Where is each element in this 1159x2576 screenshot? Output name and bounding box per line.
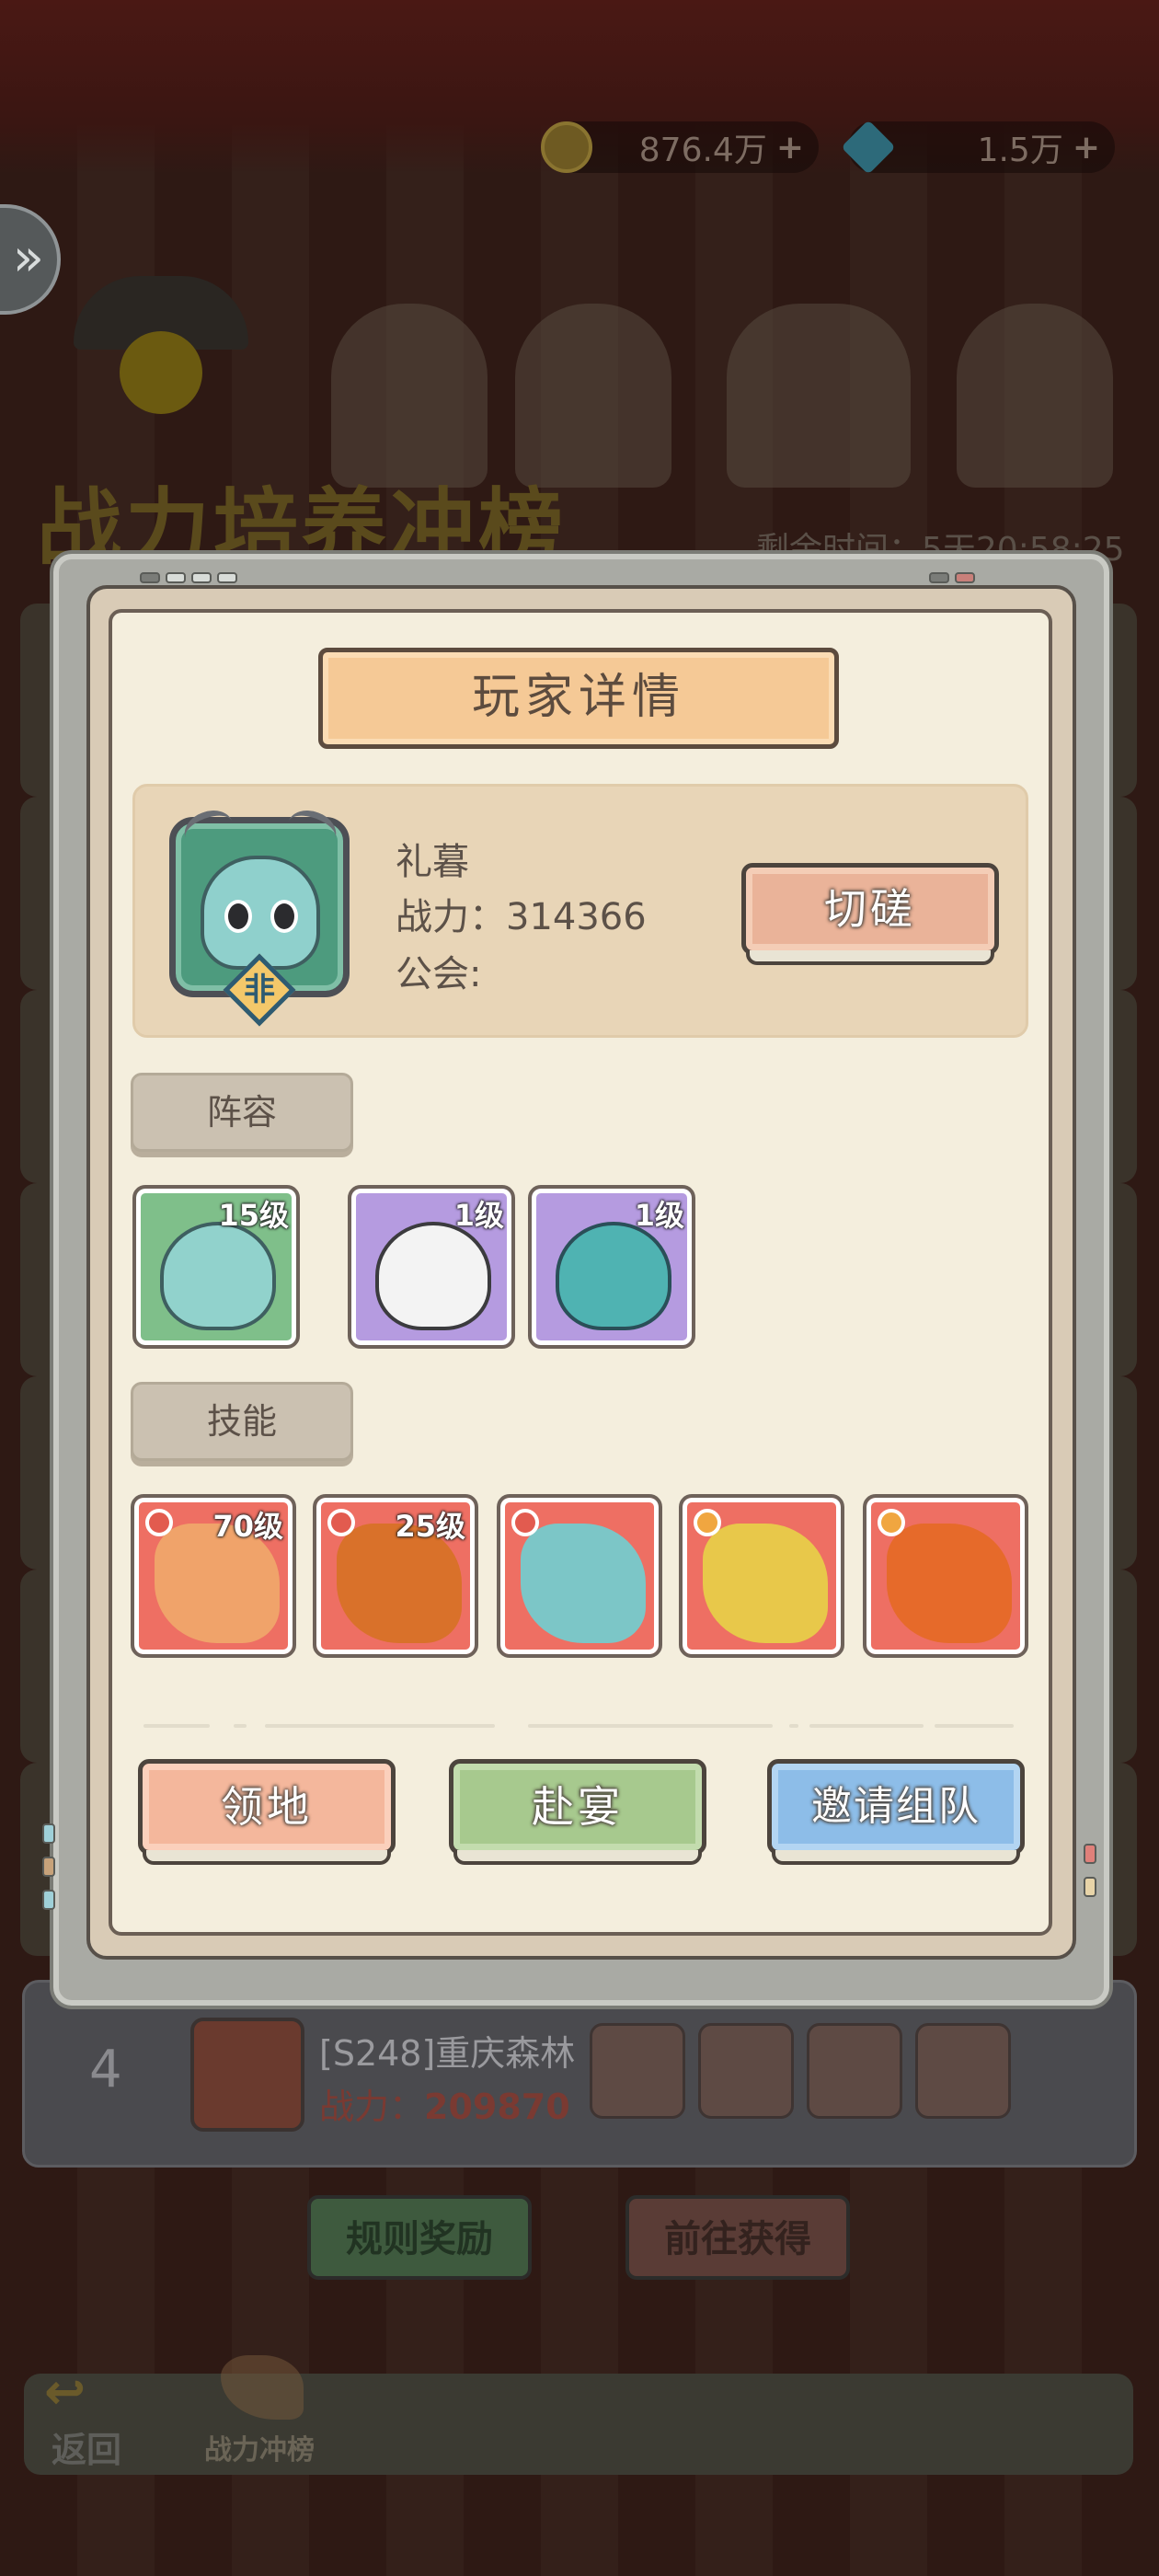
reward-item-icon[interactable] xyxy=(590,2023,685,2119)
skill-level: 70级 xyxy=(212,1509,283,1544)
eye-icon xyxy=(270,900,298,933)
hero-level: 15级 xyxy=(218,1198,289,1233)
lineup-hero-slot[interactable]: 15级 xyxy=(132,1185,300,1349)
phoenix-skill-icon xyxy=(887,1524,1012,1643)
divider xyxy=(143,1724,210,1728)
reward-item-icon[interactable] xyxy=(698,2023,794,2119)
lineup-section-label: 阵容 xyxy=(131,1073,353,1152)
divider xyxy=(935,1724,1014,1728)
lamp-glow xyxy=(120,331,202,414)
dragon-silhouette xyxy=(727,304,911,488)
add-gem-icon[interactable]: + xyxy=(1073,129,1115,167)
invite-team-button[interactable]: 邀请组队 xyxy=(767,1759,1025,1865)
lineup-hero-slot[interactable]: 1级 xyxy=(348,1185,515,1349)
lineup-hero-slot[interactable]: 1级 xyxy=(528,1185,695,1349)
player-guild: 公会: xyxy=(396,953,482,995)
power-label: 战力： xyxy=(319,2087,425,2127)
frame-rivet xyxy=(1084,1877,1096,1897)
frame-rivet xyxy=(929,572,949,583)
add-gold-icon[interactable]: + xyxy=(776,129,819,167)
player-avatar[interactable] xyxy=(190,2018,304,2132)
rank-player-power: 战力：209870 xyxy=(319,2078,570,2129)
power-value: 209870 xyxy=(424,2087,570,2127)
skill-slot[interactable] xyxy=(497,1494,662,1658)
gem-currency[interactable]: 1.5万 + xyxy=(841,120,1115,175)
back-arrow-icon[interactable]: ↩ xyxy=(44,2363,86,2421)
gold-value: 876.4万 xyxy=(638,132,767,169)
divider xyxy=(265,1724,495,1728)
frame-rivet xyxy=(42,1857,55,1877)
frame-rivet xyxy=(191,572,212,583)
frame-rivet xyxy=(42,1890,55,1910)
bottom-nav-bar xyxy=(24,2374,1133,2475)
rank-player-name: [S248]重庆森林 xyxy=(319,2033,576,2074)
modal-title: 玩家详情 xyxy=(318,648,839,749)
player-rank-badge[interactable]: 非 xyxy=(149,802,370,1032)
go-obtain-button[interactable]: 前往获得 xyxy=(625,2195,850,2280)
thunder-dragon-skill-icon xyxy=(703,1524,828,1643)
skills-section-label: 技能 xyxy=(131,1382,353,1461)
ice-dragon-skill-icon xyxy=(521,1524,646,1643)
eye-icon xyxy=(224,900,252,933)
frame-rivet xyxy=(140,572,160,583)
bird-hero-icon xyxy=(556,1222,671,1330)
player-power: 战力：314366 xyxy=(396,896,647,938)
divider xyxy=(789,1724,798,1728)
rank-entry-row[interactable]: 4 [S248]重庆森林 战力：209870 xyxy=(22,1980,1137,2168)
gold-coin-icon xyxy=(541,121,592,173)
spar-button[interactable]: 切磋 xyxy=(741,863,999,965)
player-name: 礼暮 xyxy=(396,841,469,883)
character-silhouette xyxy=(957,304,1113,488)
penguin-hero-icon xyxy=(375,1222,491,1330)
frame-rivet xyxy=(166,572,186,583)
hero-level: 1级 xyxy=(634,1198,684,1233)
skill-type-icon xyxy=(327,1509,355,1536)
skill-slot[interactable]: 70级 xyxy=(131,1494,296,1658)
divider xyxy=(234,1724,247,1728)
gold-currency[interactable]: 876.4万 + xyxy=(541,121,819,173)
back-button[interactable]: 返回 xyxy=(52,2421,121,2472)
frame-rivet xyxy=(955,572,975,583)
skill-type-icon xyxy=(145,1509,173,1536)
slime-avatar-icon xyxy=(201,856,320,970)
tab-power-ranking[interactable]: 战力冲榜 xyxy=(204,2427,315,2467)
frame-rivet xyxy=(217,572,237,583)
skill-type-icon xyxy=(878,1509,905,1536)
territory-button[interactable]: 领地 xyxy=(138,1759,396,1865)
frame-rivet xyxy=(42,1823,55,1844)
skill-slot[interactable] xyxy=(863,1494,1028,1658)
skill-type-icon xyxy=(511,1509,539,1536)
skill-level: 25级 xyxy=(395,1509,465,1544)
divider xyxy=(528,1724,773,1728)
feast-button[interactable]: 赴宴 xyxy=(449,1759,706,1865)
rank-number: 4 xyxy=(89,2040,122,2099)
reward-diamond-icon[interactable] xyxy=(915,2023,1011,2119)
frame-rivet xyxy=(1084,1844,1096,1864)
hero-level: 1级 xyxy=(453,1198,504,1233)
skill-slot[interactable]: 25级 xyxy=(313,1494,478,1658)
divider xyxy=(809,1724,924,1728)
badge-label: 非 xyxy=(244,972,275,1008)
reward-scroll-icon[interactable] xyxy=(807,2023,902,2119)
gem-value: 1.5万 xyxy=(977,132,1063,169)
rules-rewards-button[interactable]: 规则奖励 xyxy=(307,2195,532,2280)
skill-slot[interactable] xyxy=(679,1494,844,1658)
skill-type-icon xyxy=(694,1509,721,1536)
slime-hero-icon xyxy=(160,1222,276,1330)
